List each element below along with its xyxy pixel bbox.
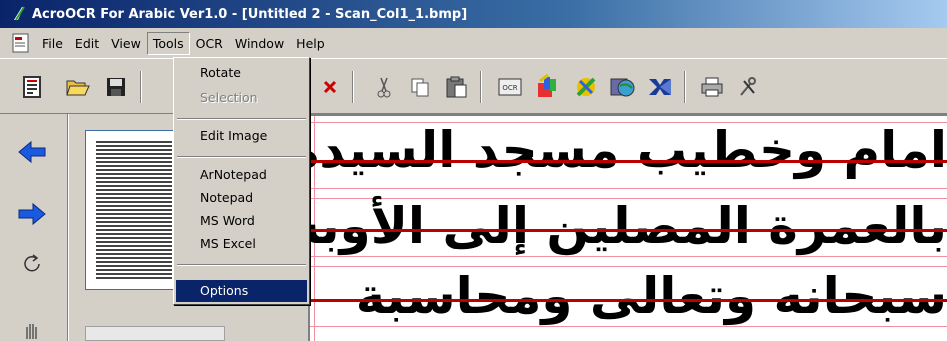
cut-icon[interactable] (370, 73, 398, 101)
tools-icon[interactable] (734, 73, 762, 101)
left-toolbar (0, 114, 68, 341)
toolbar: OCR (0, 58, 947, 114)
paste-icon[interactable] (442, 73, 470, 101)
menu-window[interactable]: Window (229, 32, 290, 55)
svg-text:OCR: OCR (502, 84, 517, 92)
copy-icon[interactable] (406, 73, 434, 101)
baseline-marker (310, 229, 947, 232)
hand-icon[interactable] (14, 312, 50, 341)
app-logo-icon (14, 6, 25, 21)
menu-item-selection: Selection (200, 90, 258, 105)
thumbnail-image (96, 141, 172, 279)
title-bar: AcroOCR For Arabic Ver1.0 - [Untitled 2 … (0, 0, 947, 28)
open-folder-icon[interactable] (64, 73, 92, 101)
rotate-icon[interactable] (14, 246, 50, 282)
menu-item-arnotepad[interactable]: ArNotepad (176, 164, 307, 186)
report-icon[interactable] (18, 73, 46, 101)
document-line: امام وخطيب مسجد السيدة (308, 121, 947, 179)
menu-item-ms-word[interactable]: MS Word (176, 210, 307, 232)
tools-dropdown-menu: Rotate Selection Edit Image ArNotepad No… (173, 57, 310, 305)
save-icon[interactable] (102, 73, 130, 101)
document-line: سبحانه وتعالى ومحاسبة (355, 267, 947, 325)
menu-item-edit-image[interactable]: Edit Image (176, 125, 307, 147)
paint-icon[interactable] (534, 73, 562, 101)
menu-view[interactable]: View (105, 32, 147, 55)
arrow-left-icon[interactable] (14, 134, 50, 170)
print-icon[interactable] (698, 73, 726, 101)
document-icon[interactable] (10, 32, 32, 54)
baseline-marker (310, 299, 947, 302)
ocr-icon[interactable]: OCR (496, 73, 524, 101)
menu-edit[interactable]: Edit (69, 32, 105, 55)
menu-bar: File Edit View Tools OCR Window Help (0, 28, 947, 58)
menu-item-ms-excel[interactable]: MS Excel (176, 233, 307, 255)
menu-file[interactable]: File (36, 32, 69, 55)
excel-icon[interactable] (646, 73, 674, 101)
baseline-marker (310, 160, 947, 163)
delete-icon[interactable] (316, 73, 344, 101)
menu-tools[interactable]: Tools (146, 31, 190, 55)
menu-help[interactable]: Help (290, 32, 331, 55)
world-icon[interactable] (608, 73, 636, 101)
document-line: بالعمرة المصلين إلى الأوبة (308, 197, 947, 255)
window-title: AcroOCR For Arabic Ver1.0 - [Untitled 2 … (32, 6, 468, 22)
menu-ocr[interactable]: OCR (190, 32, 229, 55)
menu-item-notepad[interactable]: Notepad (176, 187, 307, 209)
menu-item-rotate[interactable]: Rotate (176, 62, 307, 84)
settings-icon[interactable] (572, 73, 600, 101)
thumbnail-caption (85, 326, 225, 341)
document-image-area[interactable]: امام وخطيب مسجد السيدة بالعمرة المصلين إ… (308, 114, 947, 341)
menu-item-options[interactable]: Options (176, 280, 307, 302)
page-thumbnail[interactable] (85, 130, 183, 290)
arrow-right-icon[interactable] (14, 196, 50, 232)
